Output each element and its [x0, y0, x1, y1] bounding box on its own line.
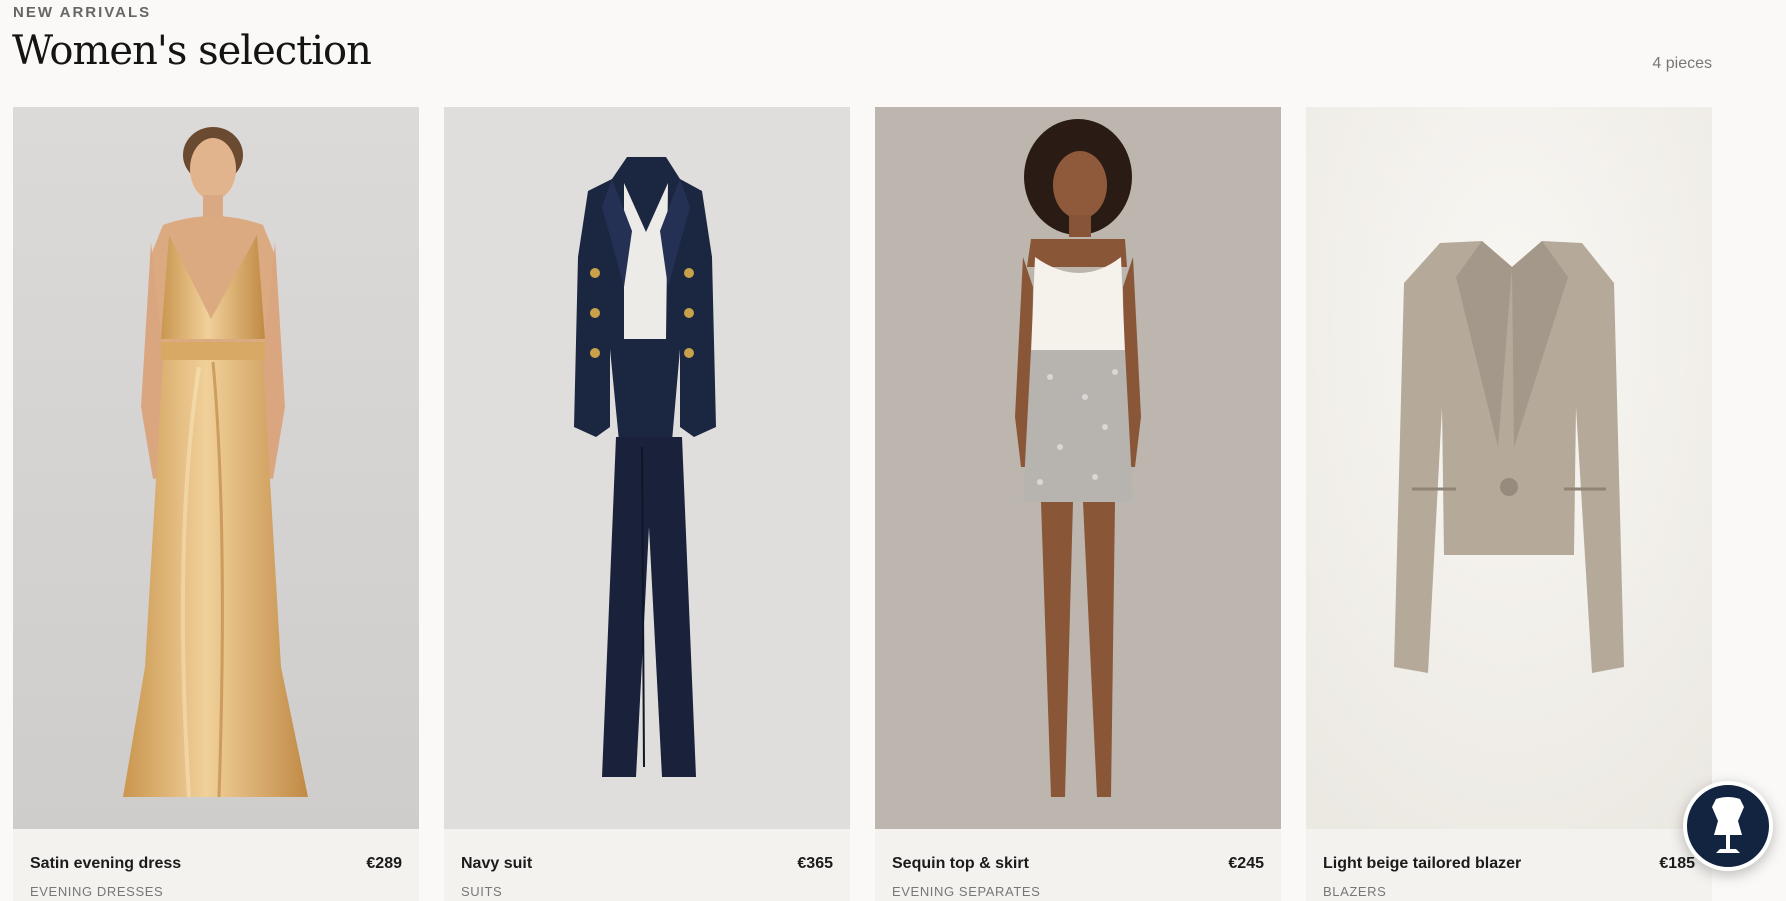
item-count: 4 pieces: [1652, 55, 1712, 72]
product-price: €365: [797, 855, 833, 872]
product-category: SUITS: [461, 884, 503, 899]
product-name[interactable]: Satin evening dress: [30, 855, 181, 873]
product-name[interactable]: Navy suit: [461, 855, 532, 873]
product-category: EVENING DRESSES: [30, 884, 164, 899]
product-image[interactable]: [444, 107, 850, 829]
product-image[interactable]: [1306, 107, 1712, 829]
product-card[interactable]: Satin evening dress €289 EVENING DRESSES: [13, 107, 419, 901]
product-card[interactable]: Light beige tailored blazer €185 BLAZERS: [1306, 107, 1712, 901]
product-category: EVENING SEPARATES: [892, 884, 1041, 899]
product-card[interactable]: Sequin top & skirt €245 EVENING SEPARATE…: [875, 107, 1281, 901]
product-name[interactable]: Light beige tailored blazer: [1323, 855, 1521, 873]
product-grid: Satin evening dress €289 EVENING DRESSES…: [13, 107, 1713, 901]
product-price: €289: [366, 855, 402, 872]
page-title: Women's selection: [12, 28, 372, 74]
product-price: €245: [1228, 855, 1264, 872]
dress-form-icon: [1708, 795, 1748, 857]
product-name[interactable]: Sequin top & skirt: [892, 855, 1029, 873]
product-card[interactable]: Navy suit €365 SUITS: [444, 107, 850, 901]
fitting-room-button[interactable]: [1683, 781, 1773, 871]
product-category: BLAZERS: [1323, 884, 1387, 899]
product-image[interactable]: [13, 107, 419, 829]
product-image[interactable]: [875, 107, 1281, 829]
product-price: €185: [1659, 855, 1695, 872]
eyebrow-label: NEW ARRIVALS: [13, 4, 152, 21]
